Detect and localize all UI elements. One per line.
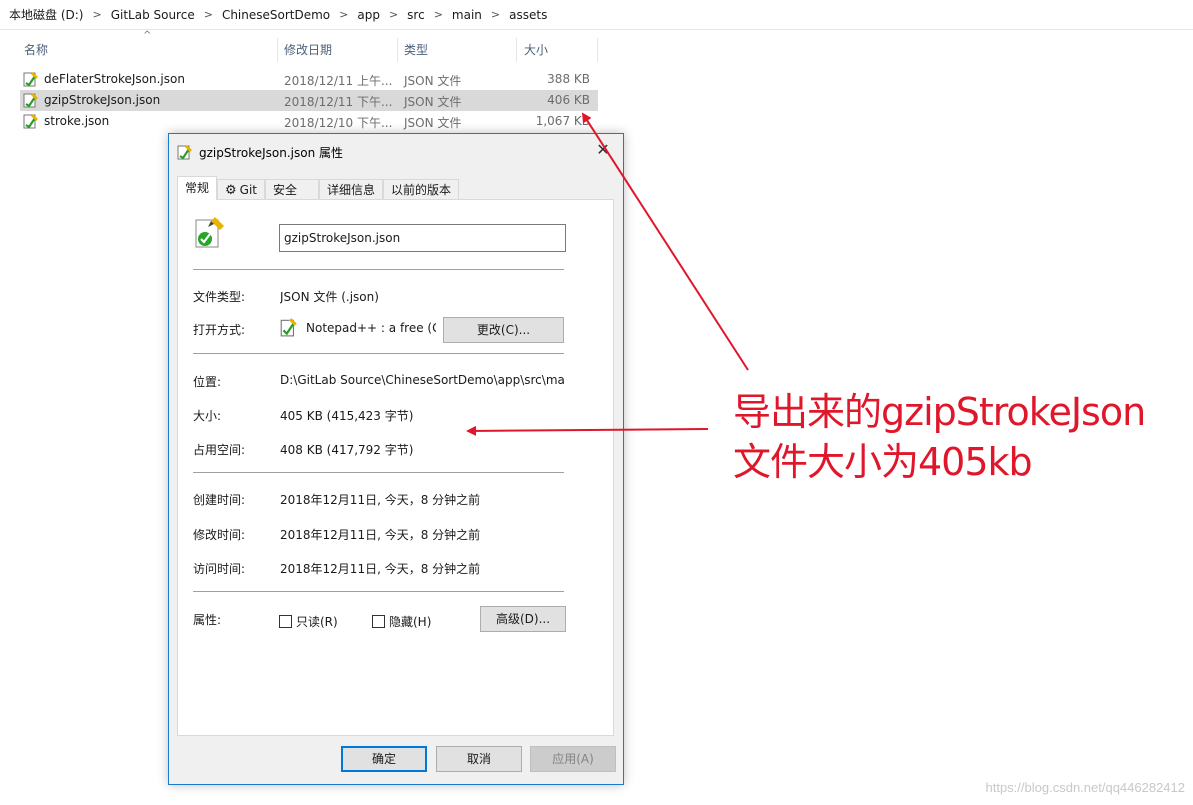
annotation-line-2: 文件大小为405kb (733, 440, 1033, 484)
tab-general[interactable]: 常规 (177, 176, 218, 200)
watermark: https://blog.csdn.net/qq446282412 (985, 780, 1186, 795)
annotation-line-1: 导出来的gzipStrokeJson (733, 390, 1146, 434)
annotation-text: 导出来的gzipStrokeJson 文件大小为405kb (733, 387, 1146, 487)
arrow-to-size-value (466, 425, 709, 436)
arrow-to-size-column (581, 112, 749, 371)
